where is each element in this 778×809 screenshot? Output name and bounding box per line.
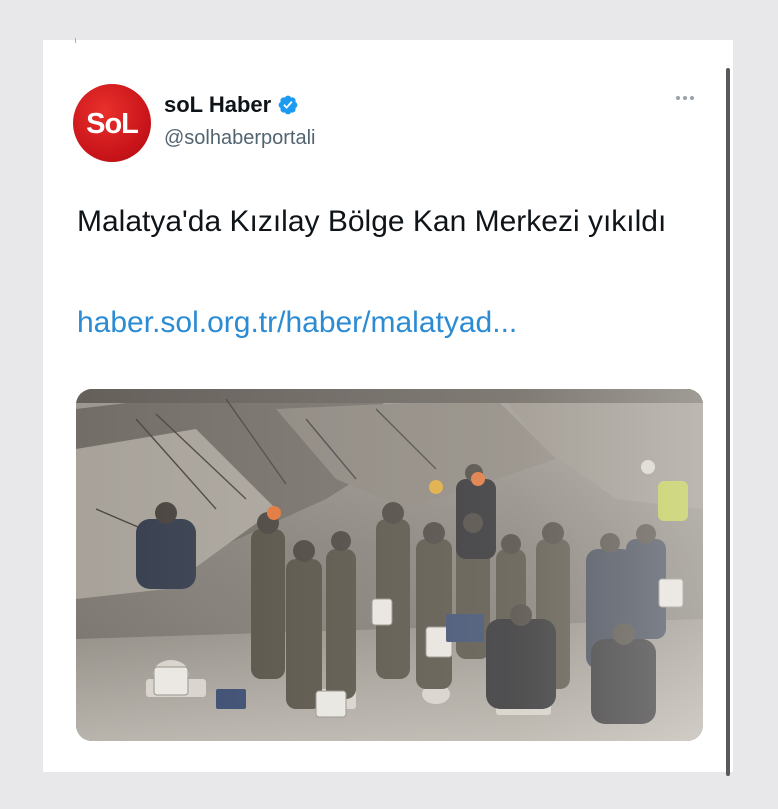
rescue-scene-photo [76, 389, 703, 741]
display-name[interactable]: soL Haber [164, 92, 271, 118]
avatar-logo-text: SoL [86, 107, 139, 140]
verified-badge-icon [278, 95, 298, 115]
tweet-text: Malatya'da Kızılay Bölge Kan Merkezi yık… [77, 205, 667, 238]
more-options-icon[interactable] [676, 96, 694, 100]
author-name-row[interactable]: soL Haber [164, 92, 299, 118]
avatar[interactable]: SoL [73, 84, 151, 162]
divider-mark [75, 38, 76, 43]
tweet-photo[interactable] [76, 389, 703, 741]
tweet-link[interactable]: haber.sol.org.tr/haber/malatyad... [77, 306, 517, 340]
scrollbar[interactable] [726, 68, 730, 776]
user-handle[interactable]: @solhaberportali [164, 127, 316, 150]
